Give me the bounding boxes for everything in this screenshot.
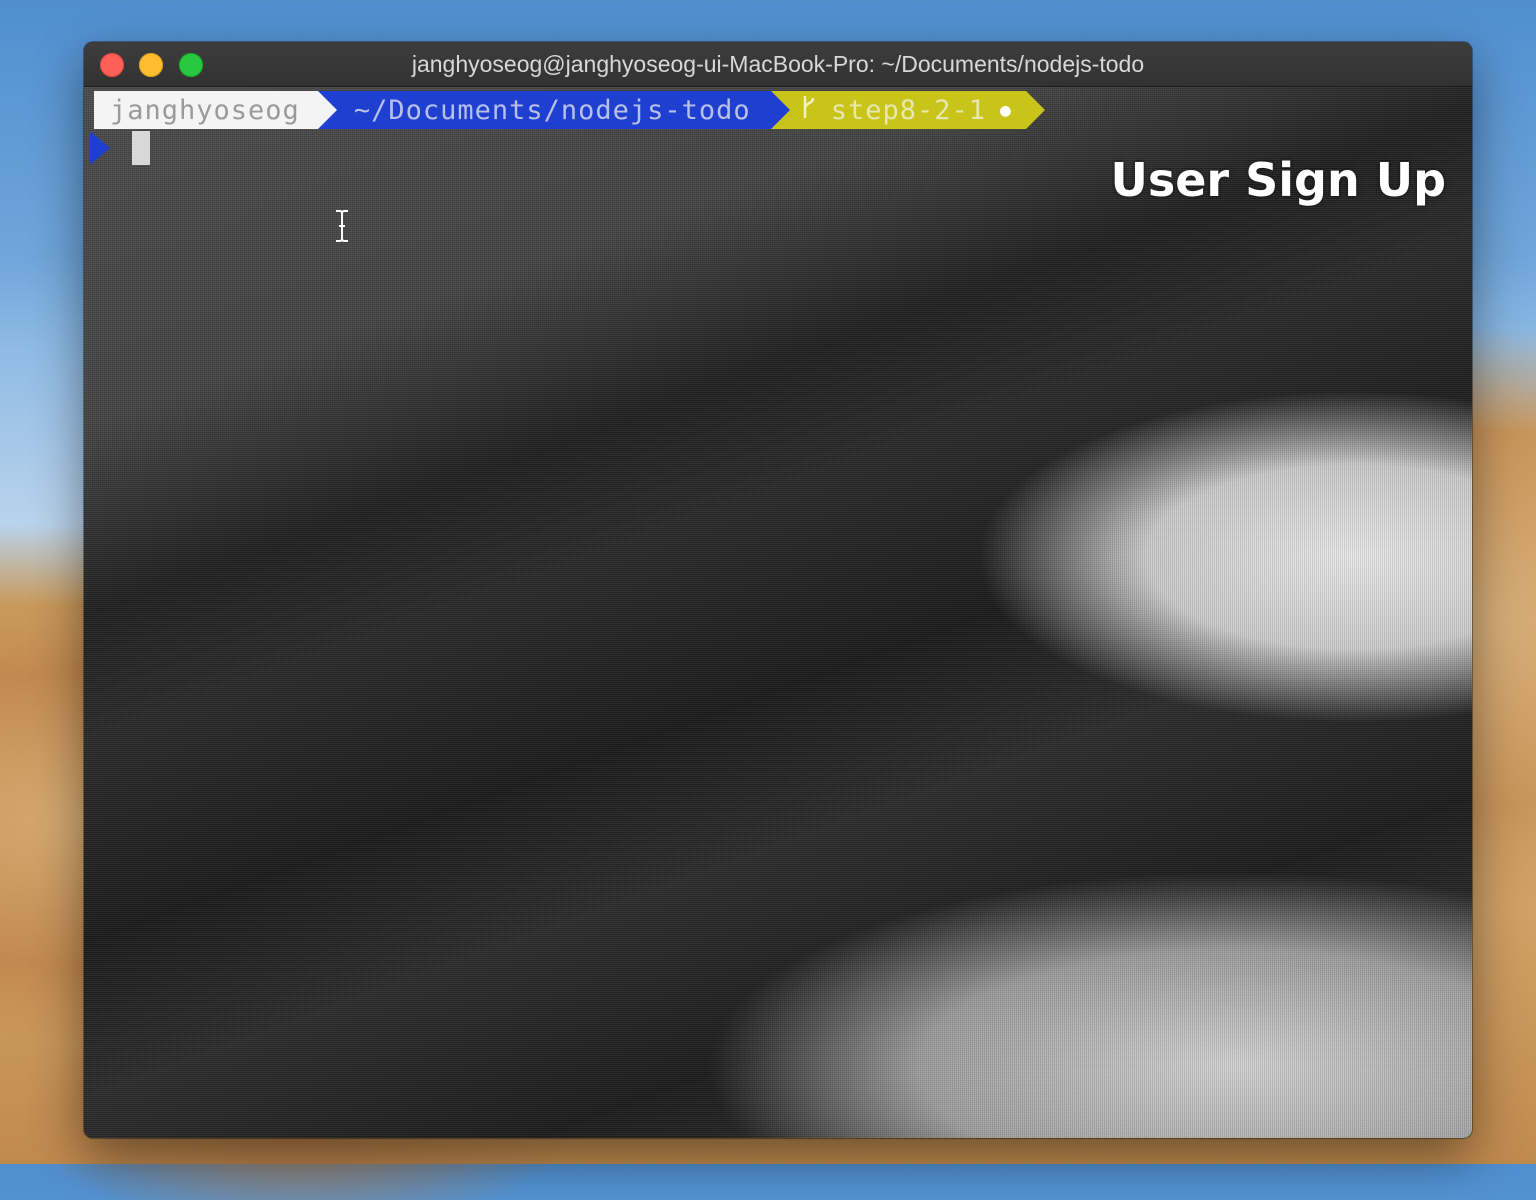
- overlay-title: User Sign Up: [1110, 153, 1447, 207]
- text-cursor: [132, 131, 150, 165]
- background-dither: [84, 87, 1472, 1138]
- command-line[interactable]: [90, 130, 150, 166]
- prompt-path: ~/Documents/nodejs-todo: [353, 94, 751, 126]
- title-bar[interactable]: janghyoseog@janghyoseog-ui-MacBook-Pro: …: [84, 42, 1472, 87]
- git-branch-icon: [801, 94, 817, 126]
- segment-separator-icon: [1025, 91, 1045, 129]
- prompt-path-segment: ~/Documents/nodejs-todo: [317, 91, 790, 129]
- prompt-branch: step8-2-1: [830, 94, 986, 126]
- prompt-chevron-icon: [90, 131, 110, 165]
- terminal-content[interactable]: janghyoseog ~/Documents/nodejs-todo step…: [84, 87, 1472, 1138]
- ibeam-cursor-icon: [334, 209, 350, 243]
- window-title: janghyoseog@janghyoseog-ui-MacBook-Pro: …: [411, 51, 1145, 77]
- prompt-user-segment: janghyoseog: [94, 91, 337, 129]
- shell-prompt: janghyoseog ~/Documents/nodejs-todo step…: [94, 91, 1045, 129]
- segment-separator-icon: [770, 91, 790, 129]
- dirty-indicator: ●: [1000, 99, 1012, 121]
- segment-separator-icon: [317, 91, 337, 129]
- prompt-user: janghyoseog: [110, 94, 300, 126]
- terminal-window[interactable]: janghyoseog@janghyoseog-ui-MacBook-Pro: …: [84, 42, 1472, 1138]
- prompt-branch-segment: step8-2-1 ●: [770, 91, 1045, 129]
